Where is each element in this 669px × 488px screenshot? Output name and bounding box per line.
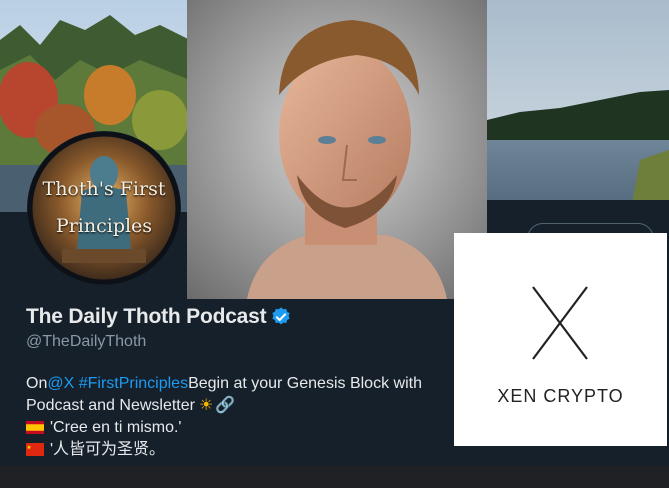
china-flag-icon: [26, 442, 44, 456]
display-name: The Daily Thoth Podcast: [26, 305, 267, 328]
link-chain-icon: 🔗: [215, 396, 236, 414]
spain-flag-icon: [26, 420, 44, 434]
bio-text: Podcast and Newsletter: [26, 396, 195, 414]
avatar-caption-line2: Principles: [55, 215, 153, 237]
avatar-caption-line1: Thoth's First: [42, 178, 166, 200]
bio-line-2: Podcast and Newsletter ☀ 🔗: [26, 394, 456, 416]
x-logo-icon: [532, 286, 588, 360]
avatar-caption: Thoth's First Principles: [27, 131, 181, 285]
name-row: The Daily Thoth Podcast: [26, 302, 292, 332]
xen-crypto-card[interactable]: XEN CRYPTO: [454, 233, 667, 446]
bio-line-3: 'Cree en ti mismo.': [26, 416, 456, 438]
bio-text: On: [26, 374, 48, 392]
bio-text: 'Cree en ti mismo.': [50, 418, 182, 436]
sun-emoji-icon: ☀: [198, 396, 214, 414]
user-handle: @TheDailyThoth: [26, 333, 147, 350]
hashtag-link[interactable]: #FirstPrinciples: [79, 373, 188, 394]
bio-text: '人皆可为圣贤。: [50, 440, 166, 458]
bio-line-4: '人皆可为圣贤。: [26, 438, 456, 460]
mention-link[interactable]: @X: [47, 373, 74, 394]
avatar[interactable]: Thoth's First Principles: [27, 131, 181, 285]
verified-badge-icon[interactable]: [270, 306, 292, 328]
bottom-bar: [0, 466, 669, 488]
xen-crypto-label: XEN CRYPTO: [497, 386, 624, 406]
profile-bio: On @X #FirstPrinciples Begin at your Gen…: [26, 372, 456, 460]
bio-text: Begin at your Genesis Block with: [188, 374, 422, 392]
portrait-image: [187, 0, 487, 299]
bio-line-1: On @X #FirstPrinciples Begin at your Gen…: [26, 372, 456, 394]
